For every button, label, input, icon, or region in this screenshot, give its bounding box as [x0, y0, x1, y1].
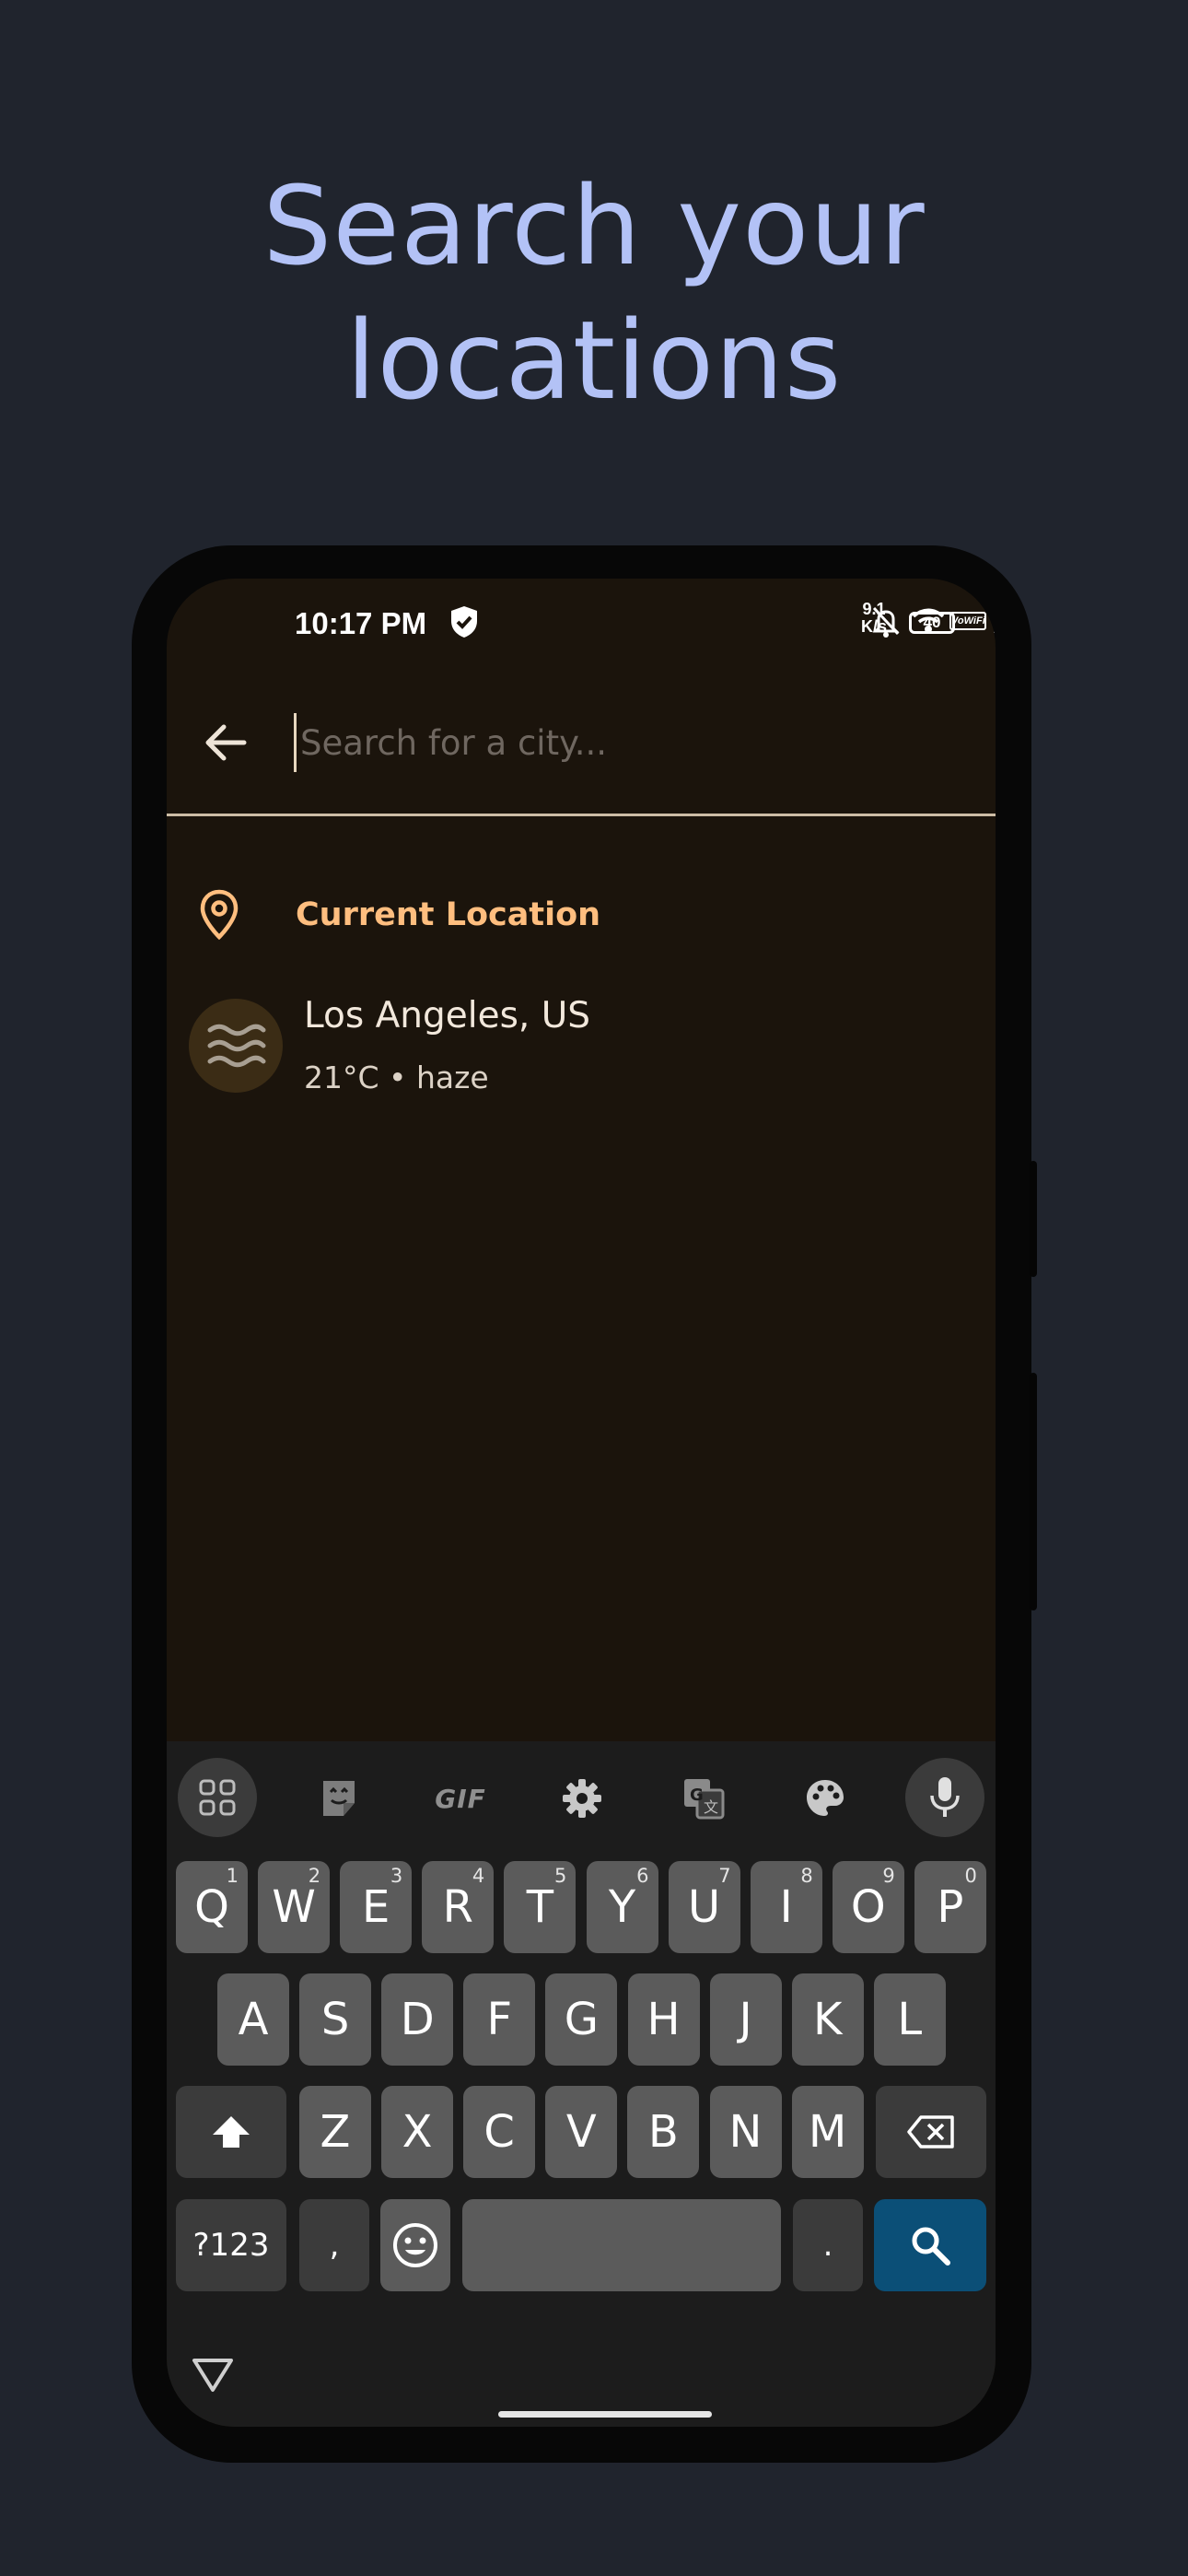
network-speed-value: 9.1: [862, 600, 886, 618]
shift-key[interactable]: [176, 2086, 286, 2178]
key-number-hint: 2: [308, 1865, 321, 1887]
backspace-icon: [907, 2115, 954, 2149]
city-search-input[interactable]: [294, 713, 945, 772]
battery-indicator: 40: [909, 612, 955, 634]
key-label: W: [272, 1881, 316, 1933]
key-number-hint: 0: [964, 1865, 977, 1887]
search-icon: [912, 2227, 950, 2266]
status-bar: 10:17 PM VoWiFi 9.1 K/s 40: [167, 579, 996, 667]
search-key[interactable]: [874, 2199, 986, 2291]
key-label: E: [362, 1881, 390, 1933]
key-label: T: [526, 1881, 554, 1933]
translate-icon[interactable]: G 文: [664, 1762, 743, 1835]
location-city-name: Los Angeles, US: [304, 995, 591, 1036]
key-a[interactable]: A: [217, 1973, 289, 2066]
key-i[interactable]: I8: [750, 1861, 822, 1953]
key-number-hint: 7: [718, 1865, 731, 1887]
vowifi-badge: VoWiFi: [949, 612, 986, 630]
key-y[interactable]: Y6: [586, 1861, 658, 1953]
key-o[interactable]: O9: [832, 1861, 904, 1953]
current-location-label: Current Location: [296, 896, 601, 933]
navigation-bar: [167, 2313, 996, 2427]
key-k[interactable]: K: [791, 1973, 864, 2066]
key-z[interactable]: Z: [299, 2086, 371, 2178]
headline-line-1: Search your: [262, 162, 926, 289]
key-label: R: [442, 1881, 473, 1933]
key-number-hint: 9: [882, 1865, 895, 1887]
key-w[interactable]: W2: [258, 1861, 331, 1953]
key-p[interactable]: P0: [914, 1861, 986, 1953]
shield-check-icon: [451, 606, 477, 638]
search-app-bar: [167, 667, 996, 814]
back-arrow-icon[interactable]: [198, 715, 253, 770]
haze-weather-icon: [189, 999, 283, 1093]
svg-text:G: G: [690, 1786, 704, 1805]
soft-keyboard: G I F G 文 Q 1 W 2 E 3 R 4 T 5 Y 6 U 7 I 8 …: [167, 1741, 996, 2427]
gif-button[interactable]: GIF: [421, 1762, 500, 1835]
mic-icon[interactable]: [905, 1758, 984, 1837]
status-time: 10:17 PM: [295, 606, 427, 640]
sticker-icon[interactable]: [299, 1762, 379, 1835]
backspace-key[interactable]: [876, 2086, 986, 2178]
key-b[interactable]: B: [627, 2086, 700, 2178]
key-x[interactable]: X: [381, 2086, 454, 2178]
key-d[interactable]: D: [381, 1973, 454, 2066]
key-h[interactable]: H: [627, 1973, 700, 2066]
location-list-item[interactable]: Los Angeles, US 21°C • haze: [167, 967, 996, 1115]
signal-icon: [994, 626, 996, 633]
shift-arrow-icon: [213, 2116, 250, 2148]
space-key[interactable]: [462, 2199, 781, 2291]
power-button: [1030, 1373, 1037, 1610]
key-t[interactable]: T5: [504, 1861, 577, 1953]
home-indicator[interactable]: [498, 2411, 712, 2418]
apps-grid-icon[interactable]: [178, 1758, 257, 1837]
headline-line-2: locations: [345, 297, 843, 424]
key-number-hint: 8: [800, 1865, 813, 1887]
emoji-key[interactable]: [380, 2199, 450, 2291]
location-weather-summary: 21°C • haze: [304, 1060, 489, 1095]
svg-text:文: 文: [704, 1798, 718, 1816]
comma-key[interactable]: ,: [299, 2199, 369, 2291]
key-l[interactable]: L: [873, 1973, 946, 2066]
key-number-hint: 1: [226, 1865, 239, 1887]
emoji-icon: [393, 2223, 437, 2267]
key-n[interactable]: N: [709, 2086, 782, 2178]
location-pin-icon: [200, 889, 239, 941]
key-label: Q: [194, 1881, 229, 1933]
gear-icon[interactable]: [542, 1762, 622, 1835]
key-number-hint: 3: [390, 1865, 403, 1887]
key-number-hint: 4: [472, 1865, 485, 1887]
key-f[interactable]: F: [463, 1973, 536, 2066]
key-g[interactable]: G: [545, 1973, 618, 2066]
volume-button: [1030, 1161, 1037, 1277]
keyboard-toolbar: GIF G 文: [167, 1741, 996, 1852]
key-s[interactable]: S: [299, 1973, 372, 2066]
symbols-key[interactable]: ?123: [176, 2199, 286, 2291]
key-j[interactable]: J: [709, 1973, 782, 2066]
key-label: U: [688, 1881, 721, 1933]
key-e[interactable]: E3: [340, 1861, 413, 1953]
network-speed: 9.1 K/s: [861, 601, 887, 636]
key-label: Y: [608, 1881, 636, 1933]
key-r[interactable]: R4: [422, 1861, 495, 1953]
key-label: I: [779, 1881, 793, 1933]
gif-label: GIF: [435, 1783, 486, 1814]
key-m[interactable]: M: [791, 2086, 864, 2178]
keyboard-hide-icon[interactable]: [191, 2355, 235, 2395]
key-label: O: [850, 1881, 886, 1933]
period-key[interactable]: .: [793, 2199, 863, 2291]
key-number-hint: 5: [554, 1865, 567, 1887]
network-speed-unit: K/s: [861, 617, 888, 636]
palette-icon[interactable]: [786, 1762, 865, 1835]
search-divider: [167, 814, 996, 816]
key-q[interactable]: Q1: [176, 1861, 248, 1953]
headline: Search your locations: [0, 158, 1188, 427]
key-number-hint: 6: [636, 1865, 649, 1887]
key-label: P: [937, 1881, 964, 1933]
key-u[interactable]: U7: [668, 1861, 740, 1953]
key-c[interactable]: C: [463, 2086, 536, 2178]
phone-screen: 10:17 PM VoWiFi 9.1 K/s 40 Search for a …: [167, 579, 996, 2427]
key-v[interactable]: V: [545, 2086, 618, 2178]
